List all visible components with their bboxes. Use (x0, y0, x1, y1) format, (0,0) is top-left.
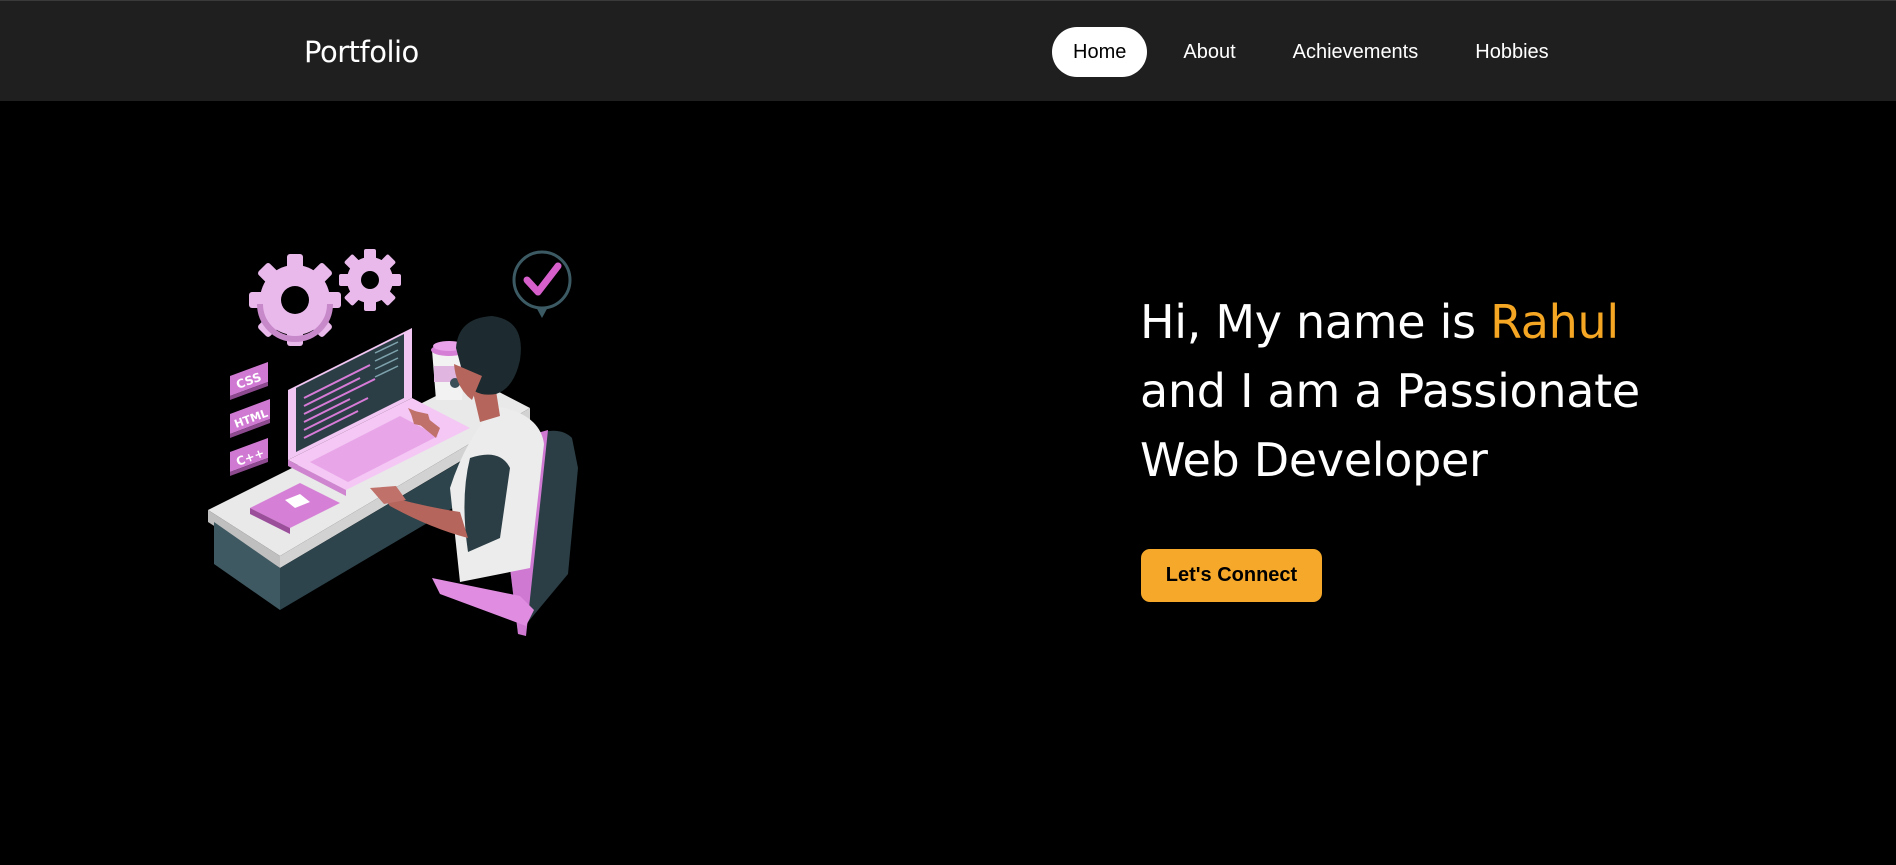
nav-menu: Home About Achievements Hobbies (1052, 27, 1585, 77)
tag-css: CSS (230, 362, 268, 400)
nav-item-hobbies[interactable]: Hobbies (1454, 27, 1569, 77)
brand-logo[interactable]: Portfolio (304, 33, 419, 71)
hero-heading: Hi, My name is Rahul and I am a Passiona… (1140, 288, 1700, 495)
tag-cpp: C++ (230, 438, 268, 476)
gear-icon (339, 249, 401, 311)
nav-item-about[interactable]: About (1162, 27, 1256, 77)
check-bubble-icon (512, 250, 572, 318)
greeting-text: Hi, My name is (1140, 295, 1491, 349)
lets-connect-button[interactable]: Let's Connect (1141, 549, 1322, 602)
navbar: Portfolio Home About Achievements Hobbie… (0, 0, 1896, 101)
hero-line-1: Hi, My name is Rahul (1140, 288, 1700, 357)
developer-illustration: CSS HTML C++ (200, 238, 640, 638)
hero-name: Rahul (1490, 295, 1619, 349)
gear-icon (249, 254, 341, 346)
hero-line-2: and I am a Passionate (1140, 364, 1640, 418)
tag-html: HTML (230, 399, 270, 438)
hero-line-3: Web Developer (1140, 433, 1488, 487)
nav-item-achievements[interactable]: Achievements (1272, 27, 1440, 77)
nav-item-home[interactable]: Home (1052, 27, 1148, 77)
